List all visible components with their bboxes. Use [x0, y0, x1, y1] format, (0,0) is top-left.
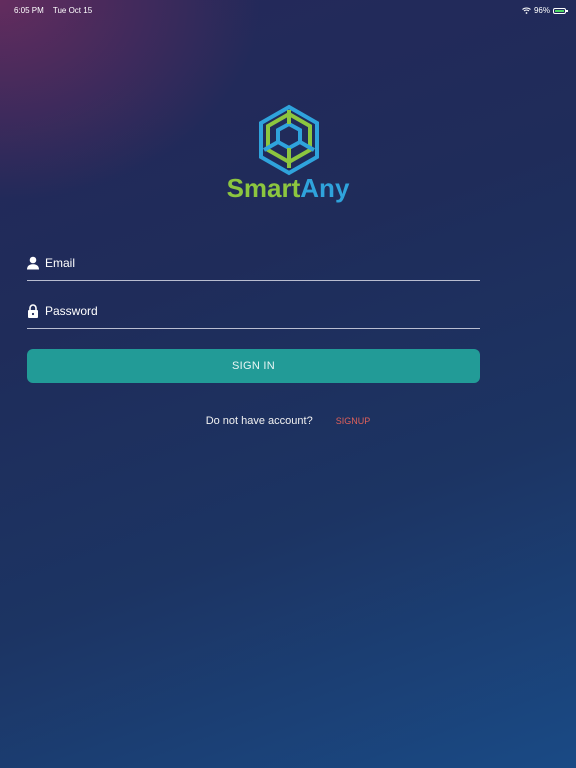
signup-link[interactable]: SIGNUP	[336, 416, 371, 426]
email-input[interactable]	[45, 252, 465, 274]
status-time: 6:05 PM	[14, 6, 44, 15]
lock-icon	[28, 304, 38, 318]
brand-name-part2: Any	[300, 173, 350, 203]
signin-button[interactable]: SIGN IN	[27, 349, 480, 383]
password-field[interactable]	[27, 298, 480, 329]
status-left: 6:05 PM Tue Oct 15	[14, 6, 99, 15]
password-input[interactable]	[45, 300, 465, 322]
status-bar: 6:05 PM Tue Oct 15 96%	[0, 0, 576, 20]
login-screen: 6:05 PM Tue Oct 15 96% SmartAny Email SI…	[0, 0, 576, 768]
status-right: 96%	[522, 6, 568, 15]
wifi-icon	[522, 7, 531, 14]
brand-name: SmartAny	[0, 173, 576, 204]
brand-name-part1: Smart	[226, 173, 301, 203]
email-field[interactable]	[27, 250, 480, 281]
battery-icon	[553, 7, 568, 14]
battery-percent: 96%	[533, 6, 550, 15]
smartany-logo-icon	[259, 104, 319, 176]
signup-prompt: Do not have account?	[205, 415, 313, 427]
signup-row: Do not have account? SIGNUP	[0, 415, 576, 427]
status-date: Tue Oct 15	[52, 6, 93, 15]
battery-fill	[555, 9, 564, 12]
user-icon	[27, 256, 39, 270]
